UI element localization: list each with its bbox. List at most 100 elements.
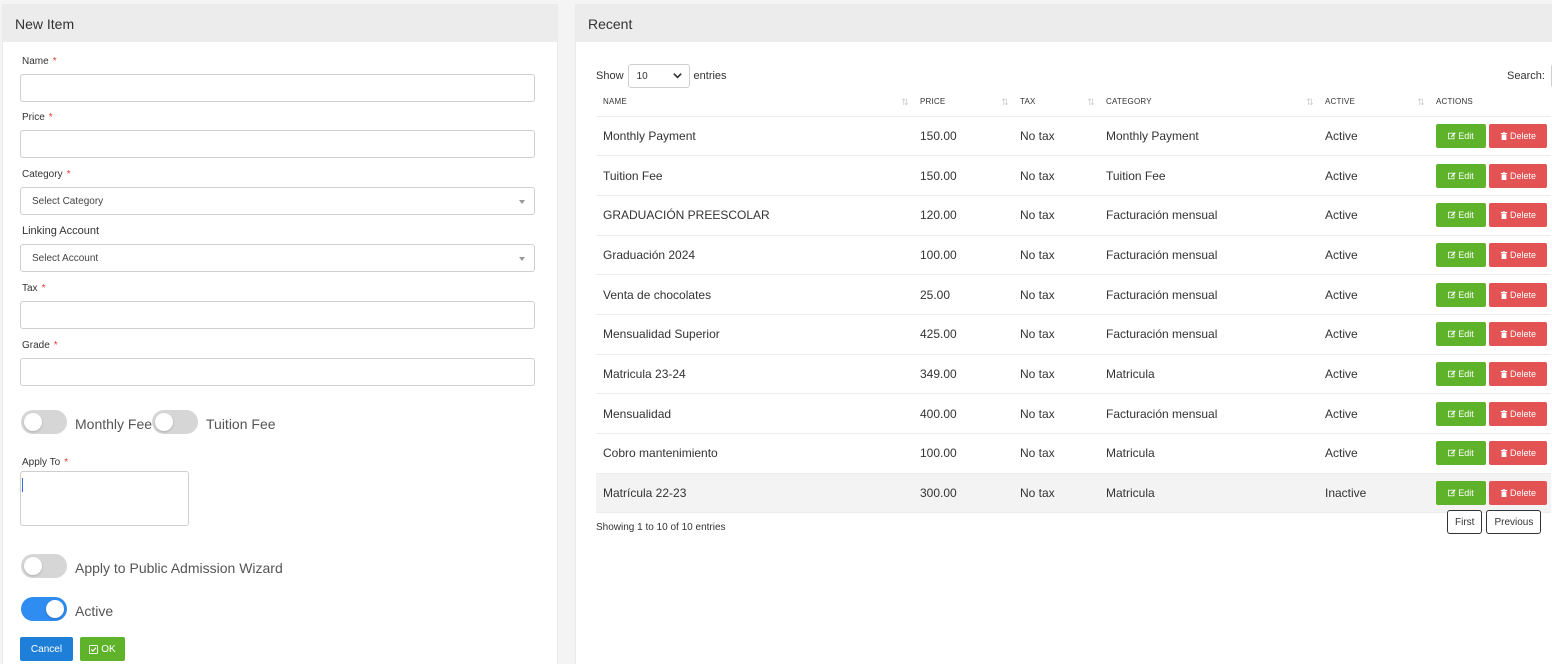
- monthly-fee-toggle[interactable]: [21, 410, 67, 434]
- price-input[interactable]: [20, 130, 535, 158]
- previous-page-button[interactable]: Previous: [1486, 510, 1542, 534]
- edit-button[interactable]: Edit: [1436, 481, 1486, 506]
- trash-icon: [1500, 330, 1508, 339]
- column-header-active[interactable]: ACTIVE ⇅: [1318, 88, 1429, 117]
- edit-button[interactable]: Edit: [1436, 123, 1486, 148]
- entries-select[interactable]: 10: [627, 64, 690, 88]
- delete-button[interactable]: Delete: [1489, 123, 1547, 148]
- sort-icon: ⇅: [1417, 97, 1425, 107]
- cell-name: Venta de chocolates: [596, 274, 913, 315]
- table-header-row: NAME ⇅ PRICE ⇅ TAX ⇅ CATEGORY ⇅ ACTIVE ⇅ ACTI…: [596, 88, 1551, 117]
- delete-button[interactable]: Delete: [1489, 361, 1547, 386]
- text-cursor: [22, 478, 23, 492]
- edit-button[interactable]: Edit: [1436, 203, 1486, 228]
- edit-button[interactable]: Edit: [1436, 322, 1486, 347]
- cell-active: Active: [1318, 235, 1429, 276]
- delete-button[interactable]: Delete: [1489, 481, 1547, 506]
- cell-tax: No tax: [1013, 235, 1099, 276]
- edit-icon: [1448, 211, 1456, 219]
- table-row: Mensualidad 400.00 No tax Facturación mensu…: [596, 393, 1551, 434]
- edit-button[interactable]: Edit: [1436, 282, 1486, 307]
- cell-active: Active: [1318, 393, 1429, 434]
- cell-active: Active: [1318, 195, 1429, 236]
- cell-actions: Edit Delete: [1429, 235, 1551, 276]
- toggle-knob: [46, 600, 64, 618]
- tax-label: Tax *: [22, 283, 46, 294]
- cell-price: 120.00: [913, 195, 1013, 236]
- cell-active: Active: [1318, 116, 1429, 157]
- delete-button[interactable]: Delete: [1489, 163, 1547, 188]
- cell-name: Graduación 2024: [596, 235, 913, 276]
- cell-actions: Edit Delete: [1429, 314, 1551, 355]
- tuition-fee-toggle[interactable]: [152, 410, 198, 434]
- edit-button[interactable]: Edit: [1436, 242, 1486, 267]
- delete-button[interactable]: Delete: [1489, 242, 1547, 267]
- column-header-price[interactable]: PRICE ⇅: [913, 88, 1013, 117]
- delete-button[interactable]: Delete: [1489, 441, 1547, 466]
- toggle-knob: [155, 413, 173, 431]
- table-search: Search:: [1507, 64, 1552, 88]
- cell-actions: Edit Delete: [1429, 195, 1551, 236]
- public-admission-toggle[interactable]: [21, 554, 67, 578]
- column-header-category[interactable]: CATEGORY ⇅: [1099, 88, 1318, 117]
- trash-icon: [1500, 409, 1508, 418]
- edit-button[interactable]: Edit: [1436, 361, 1486, 386]
- category-select-value: Select Category: [32, 195, 104, 207]
- column-header-name[interactable]: NAME ⇅: [596, 88, 913, 117]
- apply-to-textarea[interactable]: [20, 471, 189, 526]
- cell-tax: No tax: [1013, 393, 1099, 434]
- cell-actions: Edit Delete: [1429, 354, 1551, 395]
- active-label: Active: [75, 603, 114, 619]
- cell-price: 150.00: [913, 116, 1013, 157]
- category-select[interactable]: Select Category: [20, 187, 535, 215]
- panel-title: New Item: [15, 15, 75, 32]
- table-row: Monthly Payment 150.00 No tax Monthly Payme…: [596, 116, 1551, 157]
- trash-icon: [1500, 369, 1508, 378]
- edit-button[interactable]: Edit: [1436, 401, 1486, 426]
- cell-active: Active: [1318, 354, 1429, 395]
- table-row: Matricula 23-24 349.00 No tax Matricula Acti…: [596, 354, 1551, 395]
- active-toggle[interactable]: [21, 597, 67, 621]
- ok-button[interactable]: OK: [80, 637, 125, 661]
- pagination: First Previous: [1447, 510, 1542, 534]
- linking-account-select[interactable]: Select Account: [20, 244, 535, 272]
- cell-actions: Edit Delete: [1429, 393, 1551, 434]
- cell-actions: Edit Delete: [1429, 116, 1551, 157]
- grade-input[interactable]: [20, 358, 535, 386]
- linking-account-label: Linking Account: [22, 225, 100, 237]
- apply-to-label: Apply To *: [22, 457, 69, 468]
- search-label: Search:: [1507, 70, 1545, 82]
- cancel-button[interactable]: Cancel: [20, 637, 73, 661]
- show-label: Show: [596, 70, 624, 82]
- delete-button[interactable]: Delete: [1489, 203, 1547, 228]
- check-square-icon: [89, 644, 99, 654]
- edit-button[interactable]: Edit: [1436, 441, 1486, 466]
- first-page-button[interactable]: First: [1447, 510, 1483, 534]
- cell-price: 300.00: [913, 473, 1013, 514]
- sort-icon: ⇅: [1306, 97, 1314, 107]
- cell-price: 100.00: [913, 235, 1013, 276]
- edit-icon: [1448, 251, 1456, 259]
- cell-active: Inactive: [1318, 473, 1429, 514]
- cell-tax: No tax: [1013, 274, 1099, 315]
- table-info: Showing 1 to 10 of 10 entries: [596, 522, 726, 533]
- cell-active: Active: [1318, 274, 1429, 315]
- panel-title: Recent: [588, 15, 633, 32]
- cell-tax: No tax: [1013, 155, 1099, 196]
- cell-category: Monthly Payment: [1099, 116, 1318, 157]
- tax-input[interactable]: [20, 301, 535, 329]
- cell-price: 349.00: [913, 354, 1013, 395]
- delete-button[interactable]: Delete: [1489, 322, 1547, 347]
- edit-icon: [1448, 171, 1456, 179]
- trash-icon: [1500, 131, 1508, 140]
- delete-button[interactable]: Delete: [1489, 282, 1547, 307]
- table-row: Mensualidad Superior 425.00 No tax Facturac…: [596, 314, 1551, 355]
- column-header-tax[interactable]: TAX ⇅: [1013, 88, 1099, 117]
- cell-tax: No tax: [1013, 433, 1099, 474]
- sort-icon: ⇅: [901, 97, 909, 107]
- name-input[interactable]: [20, 74, 535, 102]
- cell-name: Monthly Payment: [596, 116, 913, 157]
- edit-button[interactable]: Edit: [1436, 163, 1486, 188]
- delete-button[interactable]: Delete: [1489, 401, 1547, 426]
- linking-select-value: Select Account: [32, 252, 99, 264]
